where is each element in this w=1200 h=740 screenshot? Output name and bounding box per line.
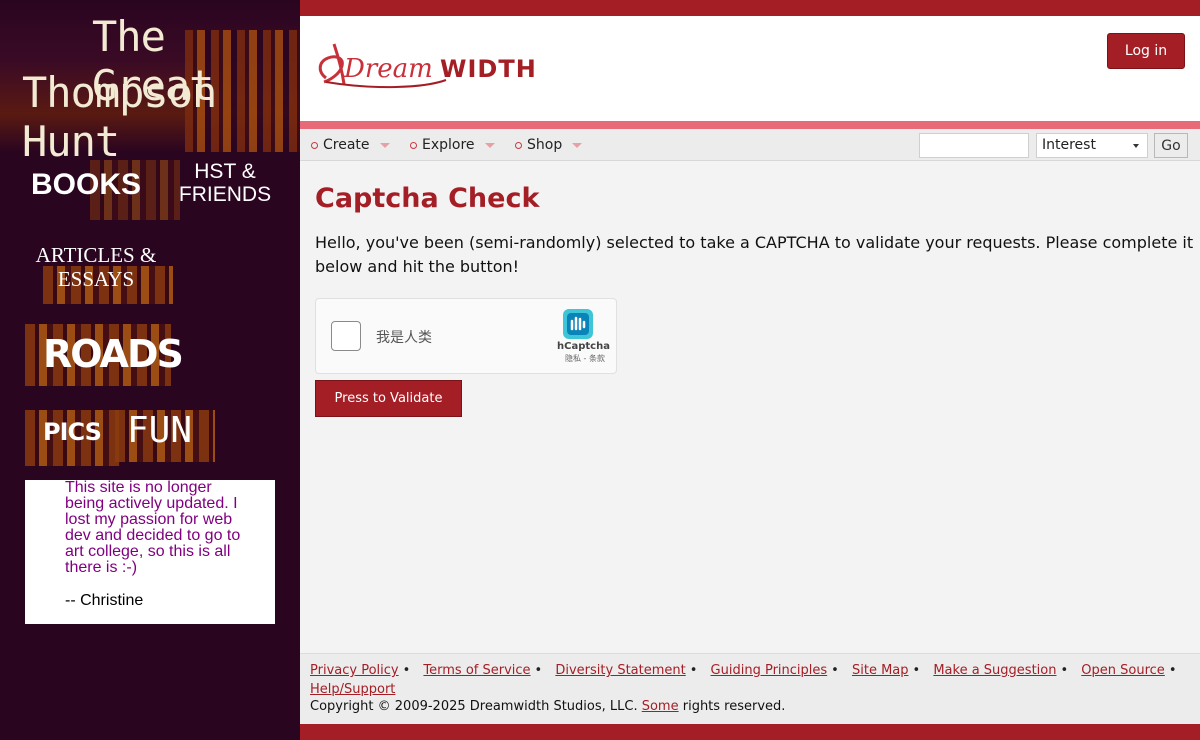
swirl-icon [311,141,318,149]
logo-dream-text: Dream [343,54,433,84]
nav-hst-line2: FRIENDS [178,183,272,206]
notice-text: This site is no longer being actively up… [65,479,241,576]
dropdown-arrow-icon [1133,144,1139,148]
accent-bar [300,121,1200,129]
nav-hst-friends[interactable]: HST & FRIENDS [170,160,280,212]
top-bar [300,0,1200,16]
site-banner: The Great Thompson Hunt [0,0,300,166]
login-button[interactable]: Log in [1107,33,1185,69]
menu-shop-label: Shop [527,137,563,153]
main-frame: Dream WIDTH Log in Create Explore Shop I… [300,0,1200,740]
nav-pics-label: PICS [43,418,102,446]
copyright: Copyright © 2009-2025 Dreamwidth Studios… [310,699,785,714]
hcaptcha-widget: 我是人类 hCaptcha 隐私 - 条款 [315,298,617,374]
menu-explore-label: Explore [422,137,475,153]
nav-bar: Create Explore Shop Interest Go [300,129,1200,161]
notice-box: This site is no longer being actively up… [25,480,275,624]
footer-links: Privacy Policy • Terms of Service • Divers… [310,663,1177,697]
hcaptcha-links[interactable]: 隐私 - 条款 [565,353,605,364]
nav-hst-line1: HST & [194,160,256,183]
bottom-bar [300,724,1200,740]
captcha-checkbox[interactable] [331,321,361,351]
nav-articles-line1: ARTICLES & [35,243,157,267]
site-header: Dream WIDTH Log in [300,16,1200,121]
site-sidebar: The Great Thompson Hunt BOOKS HST & FRIE… [0,0,300,740]
nav-pics[interactable]: PICS [25,404,120,466]
dreamwidth-logo[interactable]: Dream WIDTH [314,36,564,96]
nav-roads-label: ROADS [43,332,184,376]
footer-link-principles[interactable]: Guiding Principles [711,663,828,678]
notice-signature: -- Christine [65,592,144,609]
intro-paragraph: Hello, you've been (semi-randomly) selec… [315,233,1194,276]
copyright-prefix: Copyright © 2009-2025 Dreamwidth Studios… [310,699,638,714]
footer-link-help[interactable]: Help/Support [310,682,395,697]
nav-fun-label: FUN [127,410,193,451]
nav-articles-line2: ESSAYS [57,267,135,291]
footer-link-privacy[interactable]: Privacy Policy [310,663,399,678]
validate-button[interactable]: Press to Validate [315,380,462,417]
menu-shop[interactable]: Shop [515,137,583,153]
search-input[interactable] [919,133,1029,158]
footer-link-opensource[interactable]: Open Source [1081,663,1165,678]
site-footer: Privacy Policy • Terms of Service • Divers… [300,653,1200,725]
footer-link-sitemap[interactable]: Site Map [852,663,909,678]
go-button[interactable]: Go [1154,133,1188,158]
chevron-down-icon [572,142,583,148]
nav-roads[interactable]: ROADS [25,324,184,386]
chevron-down-icon [484,142,495,148]
copyright-link[interactable]: Some [642,699,679,714]
nav-articles-essays[interactable]: ARTICLES & ESSAYS [25,240,175,306]
nav-fun[interactable]: FUN [115,404,215,466]
hcaptcha-brand: hCaptcha [557,341,610,352]
menu-create-label: Create [323,137,370,153]
search-type-select[interactable]: Interest [1036,133,1148,158]
swirl-icon [410,141,417,149]
footer-link-suggestion[interactable]: Make a Suggestion [933,663,1056,678]
logo-width-text: WIDTH [440,55,537,83]
search-type-value: Interest [1042,137,1096,153]
hcaptcha-logo-icon [561,307,595,341]
footer-link-diversity[interactable]: Diversity Statement [555,663,685,678]
captcha-label: 我是人类 [376,330,432,346]
site-title-line2: Thompson Hunt [22,68,217,166]
menu-create[interactable]: Create [311,137,390,153]
main-content: Captcha Check Hello, you've been (semi-r… [300,161,1200,653]
page-title: Captcha Check [315,183,540,214]
chevron-down-icon [379,142,390,148]
swirl-icon [515,141,522,149]
menu-explore[interactable]: Explore [410,137,495,153]
footer-link-terms[interactable]: Terms of Service [423,663,530,678]
nav-books-label: BOOKS [31,168,142,201]
nav-books[interactable]: BOOKS [25,160,180,220]
copyright-suffix: rights reserved. [682,699,786,714]
